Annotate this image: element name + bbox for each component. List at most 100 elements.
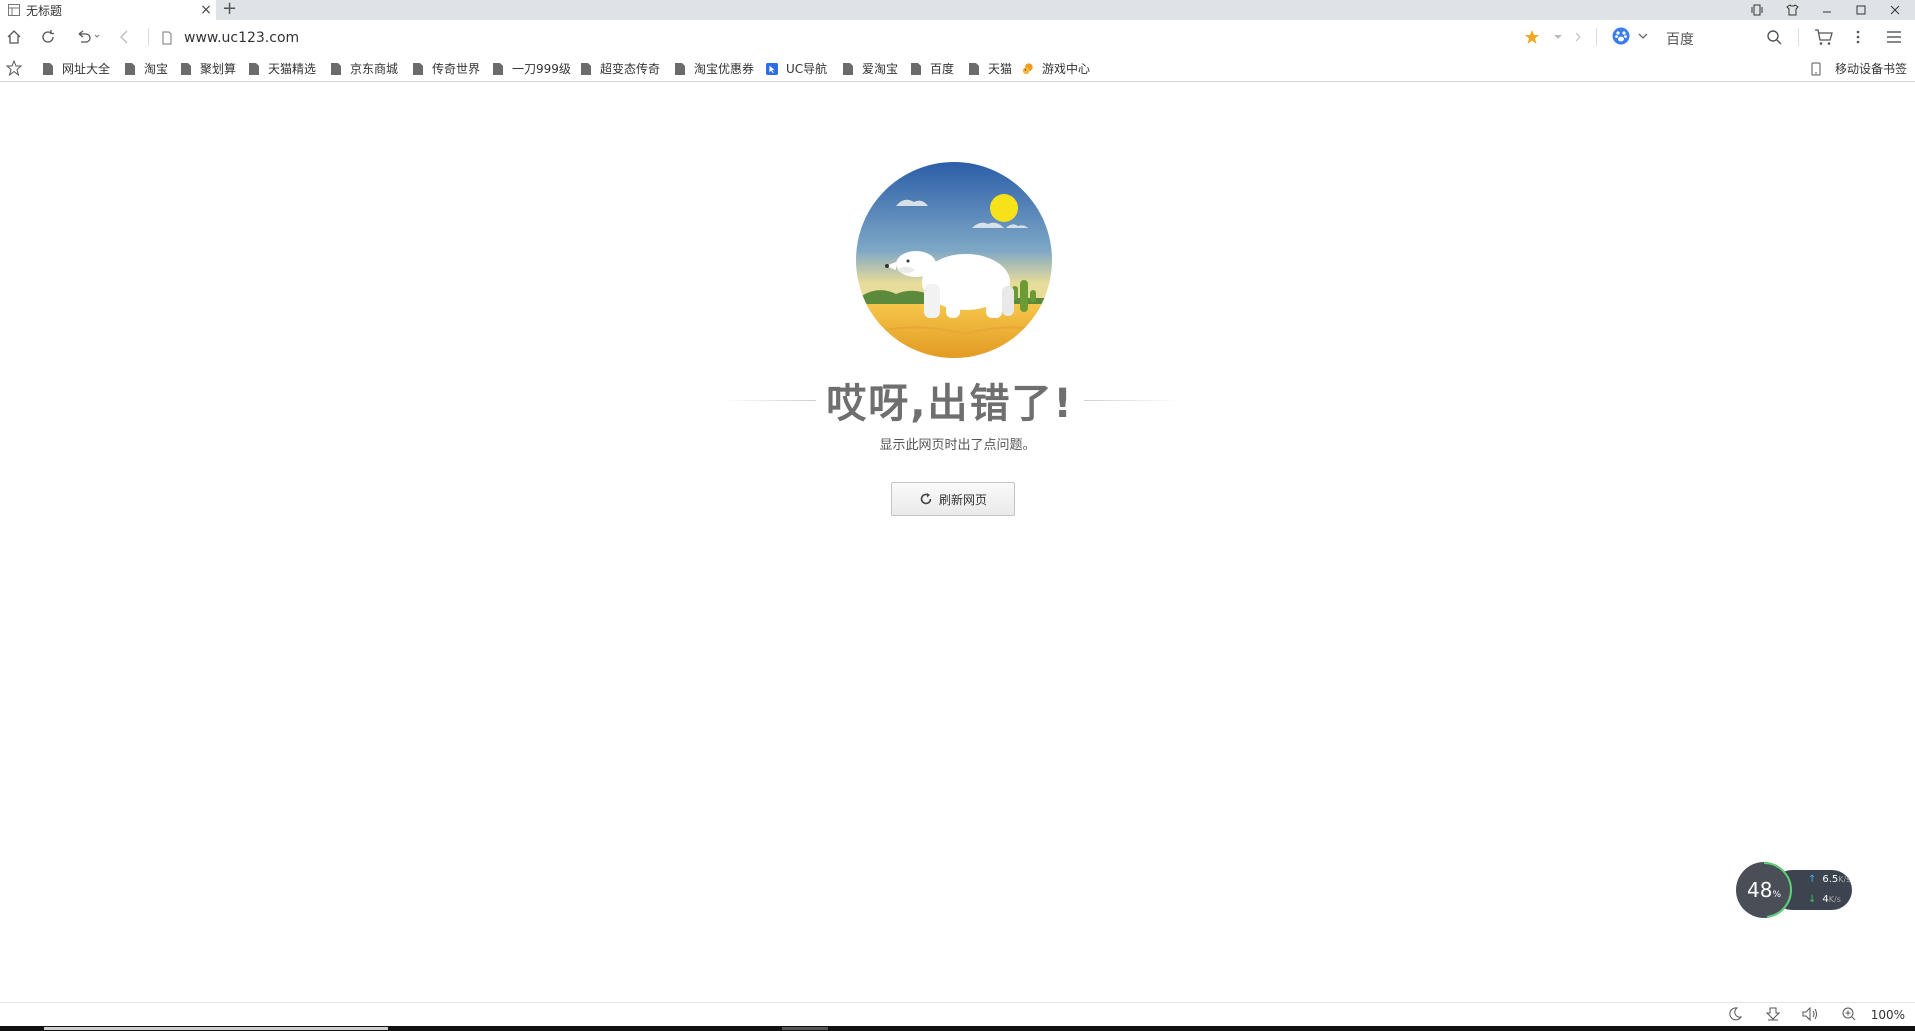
cart-button[interactable]: [1812, 27, 1836, 47]
bookmark-item[interactable]: 聚划算: [180, 60, 236, 77]
bookmark-label: 淘宝优惠券: [694, 62, 755, 76]
bookmark-item[interactable]: 网址大全: [42, 60, 110, 77]
page-icon: [181, 62, 191, 75]
page-icon: [843, 62, 853, 75]
bookmark-label: 百度: [930, 62, 955, 76]
bookmark-item[interactable]: 天猫精选: [248, 60, 316, 77]
maximize-icon[interactable]: [1844, 0, 1878, 20]
page-icon: [911, 62, 921, 75]
chevron-right-icon: [1575, 32, 1581, 42]
bookmark-item[interactable]: 天猫: [968, 60, 1012, 77]
taskbar-strip: [0, 1026, 1915, 1031]
error-title: 哎呀,出错了!: [826, 381, 1074, 427]
bookmark-label: 游戏中心: [1042, 62, 1091, 76]
speaker-icon: [1802, 1007, 1817, 1021]
bookmark-label: 传奇世界: [432, 62, 481, 76]
chevron-down-icon: [1554, 35, 1562, 39]
tab-close-icon[interactable]: ×: [196, 2, 216, 18]
download-icon: [1766, 1007, 1780, 1021]
page-icon: [493, 62, 503, 75]
zoom-button[interactable]: [1842, 1007, 1856, 1021]
address-bar[interactable]: www.uc123.com: [160, 27, 1500, 49]
night-mode-button[interactable]: [1728, 1007, 1742, 1021]
address-toolbar: www.uc123.com 百度: [0, 20, 1915, 54]
page-icon: [581, 62, 591, 75]
star-outline-icon: [5, 59, 23, 77]
download-speed: ↓ 4K/s: [1808, 894, 1841, 905]
bookmark-item[interactable]: 游戏中心: [1022, 60, 1090, 77]
bookmark-label: 一刀999级: [512, 62, 571, 76]
tab-active[interactable]: 无标题 ×: [0, 0, 216, 20]
close-icon[interactable]: [1878, 0, 1912, 20]
chevron-left-icon: [120, 30, 128, 44]
page-icon: [675, 62, 685, 75]
bookmark-item[interactable]: 京东商城: [330, 60, 398, 77]
undo-icon: [78, 30, 100, 43]
bookmark-item[interactable]: 传奇世界: [412, 60, 480, 77]
search-button[interactable]: [1764, 27, 1784, 47]
bookmark-label: 超变态传奇: [600, 62, 661, 76]
bookmark-label: 京东商城: [350, 62, 399, 76]
title-divider-right: [1083, 399, 1180, 401]
bookmark-star-button[interactable]: [5, 59, 23, 80]
bookmark-item[interactable]: 一刀999级: [492, 60, 571, 77]
search-input[interactable]: 百度: [1666, 29, 1694, 49]
page-grid-icon: [8, 4, 20, 16]
star-dropdown[interactable]: [1548, 27, 1568, 47]
page-icon: [413, 62, 423, 75]
page-icon: [125, 62, 135, 75]
more-button[interactable]: [1848, 27, 1868, 47]
home-button[interactable]: [4, 27, 24, 47]
page-icon: [249, 62, 259, 75]
zoom-level[interactable]: 100%: [1871, 1008, 1905, 1022]
bookmark-item[interactable]: 爱淘宝: [842, 60, 898, 77]
tab-title: 无标题: [26, 3, 63, 18]
mobile-device-icon: [1811, 62, 1821, 75]
refresh-icon: [920, 493, 932, 505]
favorite-star-button[interactable]: [1522, 27, 1542, 47]
page-icon: [331, 62, 341, 75]
bookmark-item[interactable]: UC导航: [766, 60, 827, 77]
reload-icon: [42, 30, 54, 43]
upload-speed: ↑ 6.5K/s: [1808, 874, 1851, 885]
refresh-page-label: 刷新网页: [938, 492, 987, 507]
bookmark-item[interactable]: 淘宝优惠券: [674, 60, 754, 77]
back-button[interactable]: [114, 27, 134, 47]
menu-button[interactable]: [1884, 27, 1904, 47]
bookmark-label: 聚划算: [200, 62, 237, 76]
mobile-bookmarks[interactable]: 移动设备书签: [1811, 60, 1907, 77]
tab-strip: 无标题 × +: [0, 0, 1915, 20]
refresh-page-button[interactable]: 刷新网页: [891, 482, 1015, 516]
bookmark-label: 天猫精选: [268, 62, 317, 76]
baidu-paw-icon: [1612, 27, 1630, 45]
hamburger-icon: [1887, 31, 1901, 43]
arrow-up-icon: ↑: [1808, 874, 1817, 885]
mobile-bookmarks-label: 移动设备书签: [1834, 62, 1907, 76]
status-bar: 100%: [0, 1002, 1915, 1027]
forward-small-button[interactable]: [1568, 27, 1588, 47]
search-icon: [1767, 30, 1782, 45]
undo-close-tab-button[interactable]: [74, 27, 104, 47]
pin-icon[interactable]: [1740, 0, 1774, 20]
reload-button[interactable]: [38, 27, 58, 47]
polar-bear-desert-illustration: [856, 162, 1052, 358]
squirrel-icon: [1022, 62, 1033, 74]
bookmarks-bar: 网址大全 淘宝 聚划算 天猫精选 京东商城 传奇世界 一刀999级 超变态传奇 淘宝优惠券 UC导…: [0, 54, 1915, 82]
moon-icon: [1729, 1007, 1742, 1021]
network-speed-widget[interactable]: 48% ↑ 6.5K/s ↓ 4K/s: [1734, 860, 1856, 922]
skin-icon[interactable]: [1775, 0, 1809, 20]
page-icon: [43, 62, 53, 75]
new-tab-button[interactable]: +: [222, 0, 237, 19]
page-icon: [969, 62, 979, 75]
home-icon: [7, 30, 21, 44]
sound-button[interactable]: [1802, 1007, 1820, 1021]
bookmark-item[interactable]: 百度: [910, 60, 954, 77]
chevron-down-icon: [1638, 33, 1648, 39]
minimize-icon[interactable]: [1810, 0, 1844, 20]
shopping-cart-icon: [1815, 29, 1833, 45]
bookmark-item[interactable]: 淘宝: [124, 60, 168, 77]
bookmark-item[interactable]: 超变态传奇: [580, 60, 660, 77]
bookmark-label: 淘宝: [144, 62, 169, 76]
search-engine-selector[interactable]: [1612, 27, 1650, 45]
download-button[interactable]: [1766, 1007, 1780, 1021]
